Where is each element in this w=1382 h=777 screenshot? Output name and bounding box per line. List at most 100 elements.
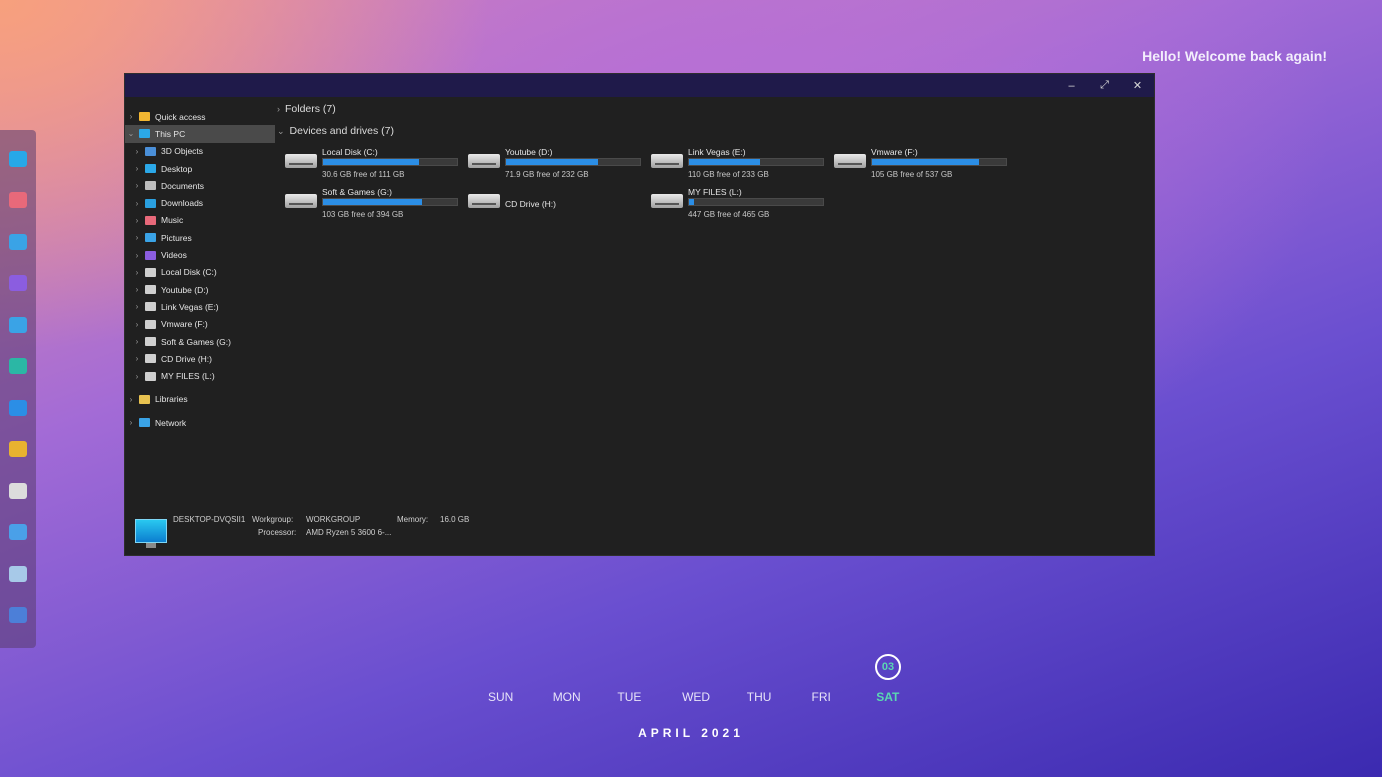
dock-item[interactable]	[0, 180, 36, 222]
drive-icon	[145, 319, 156, 329]
hard-drive-icon	[651, 154, 683, 168]
weekday-label: SAT	[876, 690, 900, 704]
nav-item-label: 3D Objects	[161, 146, 204, 157]
nav-item[interactable]: › Vmware (F:)	[125, 316, 275, 333]
dock-item[interactable]	[0, 304, 36, 346]
memory-value: 16.0 GB	[440, 515, 470, 524]
maximize-button[interactable]: ⤢	[1088, 74, 1121, 97]
this-pc-icon	[139, 129, 150, 139]
drive-usage-fill	[872, 159, 980, 165]
dock-item[interactable]	[0, 595, 36, 637]
nav-item[interactable]: › CD Drive (H:)	[125, 350, 275, 367]
processor-label: Processor:	[258, 528, 297, 537]
chevron-right-icon[interactable]: ›	[133, 147, 141, 156]
this-pc-icon	[9, 150, 27, 167]
chevron-right-icon[interactable]: ›	[133, 251, 141, 260]
chevron-down-icon[interactable]: ⌄	[127, 129, 135, 138]
hard-drive-icon	[468, 154, 500, 168]
chevron-right-icon[interactable]: ›	[133, 302, 141, 311]
chevron-right-icon[interactable]: ›	[127, 418, 135, 427]
chevron-right-icon[interactable]: ›	[133, 199, 141, 208]
drive-tile[interactable]: MY FILES (L:) 447 GB free of 465 GB	[651, 187, 831, 221]
drive-tile[interactable]: CD Drive (H:)	[468, 187, 648, 221]
nav-item[interactable]: › Pictures	[125, 229, 275, 246]
nav-item-label: Downloads	[161, 198, 204, 209]
dock-item[interactable]	[0, 138, 36, 180]
nav-item[interactable]: › Videos	[125, 246, 275, 263]
processor-value: AMD Ryzen 5 3600 6-...	[306, 528, 392, 537]
windows-drive-icon	[285, 154, 317, 168]
nav-item-label: Libraries	[155, 394, 188, 405]
drive-usage-bar	[322, 198, 458, 206]
drive-tile[interactable]: Vmware (F:) 105 GB free of 537 GB	[834, 147, 1014, 181]
drive-tile[interactable]: Soft & Games (G:) 103 GB free of 394 GB	[285, 187, 465, 221]
chevron-right-icon[interactable]: ›	[133, 164, 141, 173]
drive-name: MY FILES (L:)	[688, 187, 742, 197]
nav-item[interactable]: › Documents	[125, 177, 275, 194]
chevron-right-icon[interactable]: ›	[133, 320, 141, 329]
dock-item[interactable]	[0, 429, 36, 471]
nav-item-label: Videos	[161, 250, 187, 261]
nav-item-label: Documents	[161, 180, 204, 191]
chevron-right-icon[interactable]: ›	[133, 181, 141, 190]
nav-item-label: CD Drive (H:)	[161, 353, 212, 364]
drive-tile[interactable]: Link Vegas (E:) 110 GB free of 233 GB	[651, 147, 831, 181]
video-icon	[145, 250, 156, 260]
nav-item[interactable]: › Youtube (D:)	[125, 281, 275, 298]
chevron-right-icon[interactable]: ›	[133, 372, 141, 381]
nav-item-label: Vmware (F:)	[161, 319, 208, 330]
nav-item[interactable]: › Local Disk (C:)	[125, 264, 275, 281]
drive-name: Youtube (D:)	[505, 147, 553, 157]
nav-item-label: Quick access	[155, 111, 206, 122]
drive-tile[interactable]: Local Disk (C:) 30.6 GB free of 111 GB	[285, 147, 465, 181]
minimize-button[interactable]: –	[1055, 74, 1088, 97]
nav-item[interactable]: › Network	[125, 414, 275, 431]
nav-item[interactable]: › Music	[125, 212, 275, 229]
chevron-right-icon[interactable]: ›	[127, 112, 135, 121]
drive-icon	[145, 371, 156, 381]
dock-item[interactable]	[0, 553, 36, 595]
weekday-label: THU	[746, 690, 772, 704]
star-icon	[139, 112, 150, 122]
nav-item[interactable]: › 3D Objects	[125, 143, 275, 160]
dock-item[interactable]	[0, 512, 36, 554]
chevron-right-icon[interactable]: ›	[133, 233, 141, 242]
dock-item[interactable]	[0, 346, 36, 388]
title-bar[interactable]: – ⤢ ✕	[125, 74, 1154, 97]
chevron-right-icon[interactable]: ›	[133, 354, 141, 363]
nav-item[interactable]: › Libraries	[125, 391, 275, 408]
dock-item[interactable]	[0, 221, 36, 263]
dock-item[interactable]	[0, 470, 36, 512]
devices-group-header[interactable]: ⌄ Devices and drives (7)	[277, 125, 394, 137]
nav-item[interactable]: › Desktop	[125, 160, 275, 177]
close-button[interactable]: ✕	[1121, 74, 1154, 97]
nav-item[interactable]: › Soft & Games (G:)	[125, 333, 275, 350]
cube-icon	[145, 146, 156, 156]
devices-header-label: Devices and drives (7)	[289, 125, 395, 137]
computer-name: DESKTOP-DVQSII1	[173, 515, 246, 524]
chevron-right-icon[interactable]: ›	[133, 268, 141, 277]
dock-item[interactable]	[0, 263, 36, 305]
drive-free-space: 105 GB free of 537 GB	[871, 170, 953, 179]
dock-item[interactable]	[0, 387, 36, 429]
nav-item[interactable]: › MY FILES (L:)	[125, 367, 275, 384]
chevron-right-icon[interactable]: ›	[133, 337, 141, 346]
memory-label: Memory:	[397, 515, 429, 524]
nav-item[interactable]: ⌄ This PC	[125, 125, 275, 143]
drive-free-space: 110 GB free of 233 GB	[688, 170, 769, 179]
nav-item[interactable]: › Link Vegas (E:)	[125, 298, 275, 315]
nav-item-label: MY FILES (L:)	[161, 371, 215, 382]
nav-item[interactable]: › Downloads	[125, 194, 275, 211]
chevron-right-icon[interactable]: ›	[133, 216, 141, 225]
drive-tile[interactable]: Youtube (D:) 71.9 GB free of 232 GB	[468, 147, 648, 181]
chevron-down-icon: ⌄	[277, 125, 285, 136]
folders-group-header[interactable]: › Folders (7)	[277, 103, 336, 115]
drive-icon	[145, 285, 156, 295]
chevron-right-icon[interactable]: ›	[133, 285, 141, 294]
hard-drive-icon	[834, 154, 866, 168]
nav-item[interactable]: › Quick access	[125, 108, 275, 125]
drive-free-space: 71.9 GB free of 232 GB	[505, 170, 589, 179]
chevron-right-icon[interactable]: ›	[127, 395, 135, 404]
nav-item-label: Local Disk (C:)	[161, 267, 217, 278]
drive-usage-fill	[689, 159, 761, 165]
